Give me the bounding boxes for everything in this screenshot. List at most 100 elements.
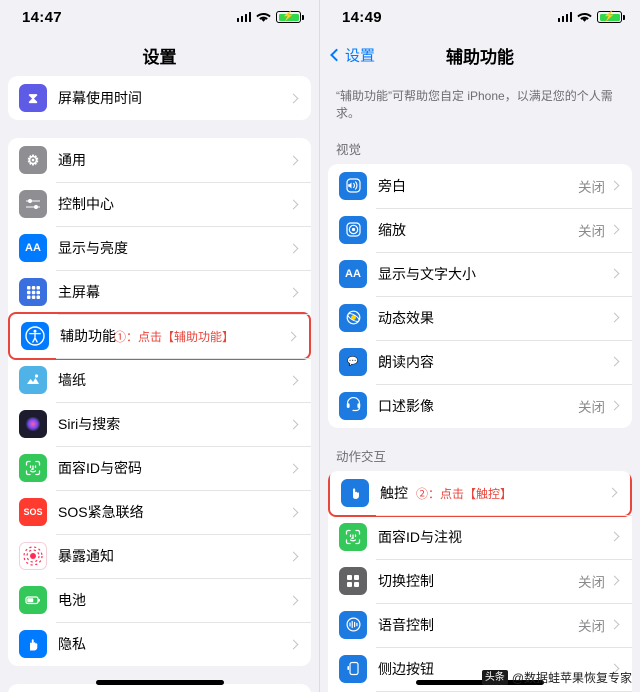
settings-row-voice-control[interactable]: 语音控制 关闭 xyxy=(328,602,632,647)
row-label: 朗读内容 xyxy=(378,353,434,370)
settings-row-accessibility[interactable]: 辅助功能 ①：点击【辅助功能】 xyxy=(8,312,311,360)
row-label: 切换控制 xyxy=(378,572,434,589)
switches-icon xyxy=(19,190,47,218)
back-label: 设置 xyxy=(345,47,376,65)
chevron-right-icon xyxy=(609,400,620,411)
row-label: 触控 xyxy=(380,484,408,501)
status-indicators: ⚡ xyxy=(236,11,304,23)
accessibility-description: “辅助功能”可帮助您自定 iPhone，以满足您的个人需求。 xyxy=(336,89,613,121)
settings-row-faceid-passcode[interactable]: 面容ID与密码 xyxy=(8,446,311,490)
wifi-icon xyxy=(577,12,592,23)
exposure-icon xyxy=(19,542,47,570)
gear-icon: ⚙ xyxy=(19,146,47,174)
chevron-right-icon xyxy=(609,531,620,542)
settings-group-main: ⚙ 通用 控制中心 AA 显示与亮度 主屏幕 辅助功能 ①：点击【辅助功能】 墙… xyxy=(8,138,311,666)
row-label: 动态效果 xyxy=(378,309,434,326)
section-header-interaction: 动作交互 xyxy=(336,449,387,464)
chevron-right-icon xyxy=(609,575,620,586)
chevron-left-icon xyxy=(330,48,343,62)
right-nav-bar: 设置 辅助功能 xyxy=(320,34,640,76)
settings-row-faceid-attention[interactable]: 面容ID与注视 xyxy=(328,514,632,559)
audio-desc-icon xyxy=(339,391,367,420)
row-label: Siri与搜索 xyxy=(58,416,121,432)
chevron-right-icon xyxy=(607,487,618,498)
settings-row-sos[interactable]: SOS SOS紧急联络 xyxy=(8,490,311,534)
voiceover-icon xyxy=(339,171,367,200)
row-label: 语音控制 xyxy=(378,616,434,633)
watermark-text: @数据蛙苹果恢复专家 xyxy=(511,671,632,685)
settings-row-display-brightness[interactable]: AA 显示与亮度 xyxy=(8,226,311,270)
chevron-right-icon xyxy=(288,551,299,561)
chevron-right-icon xyxy=(609,619,620,630)
settings-row-battery[interactable]: 电池 xyxy=(8,578,311,622)
settings-row-app-store[interactable]: App Store xyxy=(8,684,311,692)
right-status-bar: 14:49 ⚡ xyxy=(320,0,640,34)
left-phone-screen: 14:47 ⚡ 设置 ⧗ 屏幕使用时间 ⚙ 通用 控制中心 AA 显示与亮度 主… xyxy=(0,0,320,692)
row-label: 面容ID与注视 xyxy=(378,528,462,545)
settings-row-wallpaper[interactable]: 墙纸 xyxy=(8,358,311,402)
watermark-badge: 头条 xyxy=(481,670,508,685)
settings-row-screen-time[interactable]: ⧗ 屏幕使用时间 xyxy=(8,76,311,120)
back-button[interactable]: 设置 xyxy=(330,45,376,66)
settings-row-voiceover[interactable]: 旁白 关闭 xyxy=(328,164,632,208)
settings-row-general[interactable]: ⚙ 通用 xyxy=(8,138,311,182)
chevron-right-icon xyxy=(288,639,299,649)
section-header-vision: 视觉 xyxy=(336,142,362,157)
right-phone-screen: 14:49 ⚡ 设置 辅助功能 “辅助功能”可帮助您自定 iPhone，以满足您… xyxy=(320,0,640,692)
settings-row-control-center[interactable]: 控制中心 xyxy=(8,182,311,226)
switch-control-icon xyxy=(339,566,367,595)
chevron-right-icon xyxy=(288,463,299,473)
chevron-right-icon xyxy=(609,356,620,367)
row-label: 旁白 xyxy=(378,177,406,194)
hand-privacy-icon xyxy=(19,630,47,658)
row-label: 隐私 xyxy=(58,636,86,652)
settings-row-siri-search[interactable]: Siri与搜索 xyxy=(8,402,311,446)
zoom-icon xyxy=(339,215,367,244)
accessibility-list[interactable]: “辅助功能”可帮助您自定 iPhone，以满足您的个人需求。 视觉 旁白 关闭 … xyxy=(320,76,640,692)
side-button-icon xyxy=(339,654,367,683)
left-settings-list[interactable]: ⧗ 屏幕使用时间 ⚙ 通用 控制中心 AA 显示与亮度 主屏幕 辅助功能 ①：点… xyxy=(0,76,319,692)
screenshot-pair: 14:47 ⚡ 设置 ⧗ 屏幕使用时间 ⚙ 通用 控制中心 AA 显示与亮度 主… xyxy=(0,0,640,692)
settings-row-exposure-notifications[interactable]: 暴露通知 xyxy=(8,534,311,578)
hourglass-icon: ⧗ xyxy=(19,84,47,112)
chevron-right-icon xyxy=(609,268,620,279)
row-label: 缩放 xyxy=(378,221,406,238)
chevron-right-icon xyxy=(288,243,299,253)
cellular-signal-icon xyxy=(557,12,572,22)
siri-icon xyxy=(19,410,47,438)
display-text-icon: AA xyxy=(339,259,367,288)
sos-icon: SOS xyxy=(19,498,47,526)
settings-row-privacy[interactable]: 隐私 xyxy=(8,622,311,666)
faceid-icon xyxy=(19,454,47,482)
settings-group-store: App Store 钱包与 Apple Pay xyxy=(8,684,311,692)
chevron-right-icon xyxy=(288,93,299,103)
settings-row-audio-descriptions[interactable]: 口述影像 关闭 xyxy=(328,383,632,428)
wifi-icon xyxy=(256,12,271,23)
row-label: 口述影像 xyxy=(378,397,434,414)
watermark: 头条 @数据蛙苹果恢复专家 xyxy=(481,669,632,686)
chevron-right-icon xyxy=(286,331,297,341)
battery-icon: ⚡ xyxy=(276,11,304,23)
settings-row-zoom[interactable]: 缩放 关闭 xyxy=(328,207,632,252)
interaction-group: 触控 ②：点击【触控】 面容ID与注视 切换控制 关闭 语音控制 关闭 侧边按钮 xyxy=(328,470,632,692)
settings-row-spoken-content[interactable]: 💬 朗读内容 xyxy=(328,339,632,384)
row-label: 显示与文字大小 xyxy=(378,265,476,282)
settings-row-switch-control[interactable]: 切换控制 关闭 xyxy=(328,558,632,603)
row-value: 关闭 xyxy=(578,223,605,239)
row-label: SOS紧急联络 xyxy=(58,504,144,520)
speech-icon: 💬 xyxy=(339,347,367,376)
cellular-signal-icon xyxy=(236,12,251,22)
settings-row-display-text-size[interactable]: AA 显示与文字大小 xyxy=(328,251,632,296)
chevron-right-icon xyxy=(288,375,299,385)
chevron-right-icon xyxy=(609,312,620,323)
settings-row-home-screen[interactable]: 主屏幕 xyxy=(8,270,311,314)
touch-icon xyxy=(341,478,369,507)
settings-row-touch[interactable]: 触控 ②：点击【触控】 xyxy=(328,470,632,517)
home-indicator xyxy=(95,680,224,685)
accessibility-icon xyxy=(21,322,49,350)
left-status-bar: 14:47 ⚡ xyxy=(0,0,319,34)
battery-icon: ⚡ xyxy=(597,11,625,23)
settings-row-motion[interactable]: 动态效果 xyxy=(328,295,632,340)
display-text-icon: AA xyxy=(19,234,47,262)
chevron-right-icon xyxy=(288,507,299,517)
